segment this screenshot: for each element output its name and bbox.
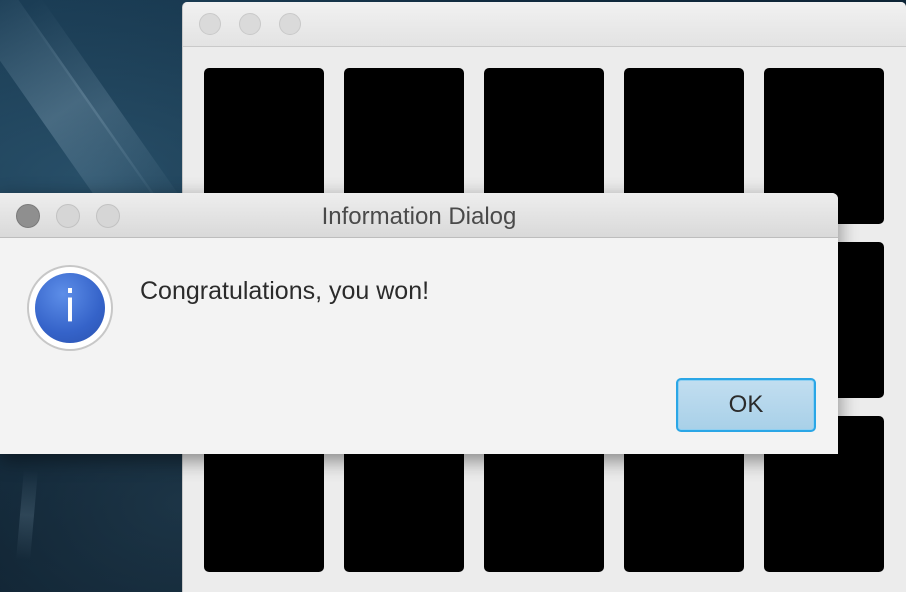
minimize-window-button[interactable]: [239, 13, 261, 35]
close-window-button[interactable]: [199, 13, 221, 35]
game-titlebar[interactable]: [183, 2, 906, 47]
info-icon-glyph: i: [63, 281, 77, 332]
information-dialog: Information Dialog i Congratulations, yo…: [0, 193, 838, 454]
dialog-message: Congratulations, you won!: [140, 277, 430, 305]
zoom-window-button[interactable]: [279, 13, 301, 35]
desktop-background: Information Dialog i Congratulations, yo…: [0, 0, 906, 592]
dialog-titlebar[interactable]: Information Dialog: [0, 193, 838, 238]
dialog-title: Information Dialog: [321, 203, 517, 230]
ok-button[interactable]: OK: [676, 378, 816, 432]
info-icon: i: [27, 265, 113, 351]
info-icon-badge: i: [35, 273, 105, 343]
wallpaper-streak: [16, 469, 38, 561]
